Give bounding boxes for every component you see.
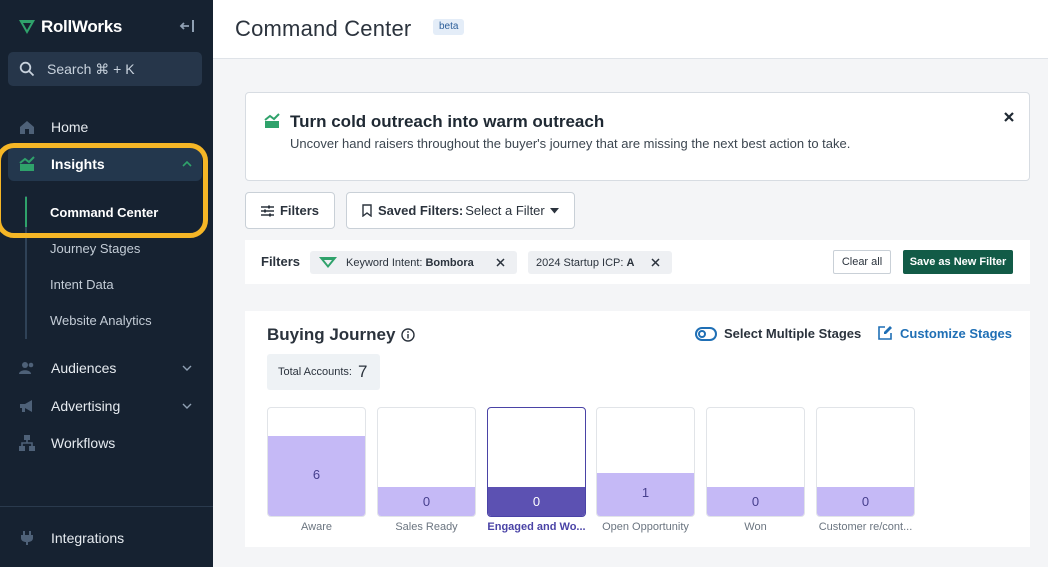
stage-label[interactable]: Sales Ready xyxy=(377,521,476,533)
collapse-sidebar-icon[interactable] xyxy=(178,18,196,34)
search-icon xyxy=(19,61,35,77)
stage-card[interactable]: 0 xyxy=(706,407,805,517)
select-multiple-stages-label: Select Multiple Stages xyxy=(724,326,862,341)
stage-card[interactable]: 0 xyxy=(377,407,476,517)
filters-label: Filters xyxy=(261,254,301,269)
plug-icon xyxy=(21,531,33,545)
page-title: Command Center xyxy=(235,16,412,41)
stage-count: 1 xyxy=(641,485,650,500)
stage-count: 0 xyxy=(532,494,541,509)
stage-count: 0 xyxy=(861,494,870,509)
close-icon[interactable] xyxy=(1003,111,1015,123)
edit-icon xyxy=(878,326,892,340)
total-accounts-value: 7 xyxy=(358,362,368,381)
saved-filters-value: Select a Filter xyxy=(465,203,545,218)
stage-count: 6 xyxy=(312,467,321,482)
promo-banner: Turn cold outreach into warm outreach Un… xyxy=(245,92,1030,181)
stage-card[interactable]: 0 xyxy=(487,407,586,517)
customize-stages-link[interactable]: Customize Stages xyxy=(877,325,1012,341)
total-accounts-label: Total Accounts: xyxy=(278,366,352,378)
stage-label[interactable]: Open Opportunity xyxy=(596,521,695,533)
caret-down-icon xyxy=(550,208,559,214)
buying-journey-title-text: Buying Journey xyxy=(267,325,396,344)
filter-chip-value: Bombora xyxy=(425,256,474,269)
total-accounts: Total Accounts: 7 xyxy=(267,354,380,390)
insights-chart-icon xyxy=(264,113,280,128)
nav-advertising-label: Advertising xyxy=(51,398,121,414)
nav-advertising[interactable]: Advertising xyxy=(8,389,202,423)
chevron-down-icon xyxy=(182,403,192,409)
nav-home-label: Home xyxy=(51,119,89,135)
filters-button-label: Filters xyxy=(279,203,319,218)
filter-chip-key: 2024 Startup ICP: xyxy=(536,256,624,269)
nav-home[interactable]: Home xyxy=(8,110,202,144)
workflows-icon xyxy=(19,435,35,451)
sidebar-divider xyxy=(0,506,213,507)
stage-card[interactable]: 6 xyxy=(267,407,366,517)
home-icon xyxy=(20,121,34,134)
nav-integrations[interactable]: Integrations xyxy=(8,521,202,555)
sub-item-website-analytics[interactable]: Website Analytics xyxy=(50,313,152,328)
nav-audiences[interactable]: Audiences xyxy=(8,351,202,385)
buying-journey-card: Buying Journey Select Multiple Stages Cu… xyxy=(245,311,1030,547)
saved-filters-dropdown[interactable]: Saved Filters: Select a Filter xyxy=(346,192,575,229)
search-input[interactable] xyxy=(47,61,187,77)
rollworks-logo-icon xyxy=(319,257,337,268)
customize-stages-label: Customize Stages xyxy=(900,325,1012,341)
chevron-down-icon xyxy=(182,365,192,371)
stage-count: 0 xyxy=(751,494,760,509)
filter-chip-key: Keyword Intent: xyxy=(346,256,423,269)
nav-audiences-label: Audiences xyxy=(51,360,117,376)
highlight-annotation xyxy=(0,143,208,238)
filter-chip: 2024 Startup ICP: A xyxy=(528,251,672,274)
saved-filters-label: Saved Filters: xyxy=(378,203,464,218)
stage-label[interactable]: Customer re/cont... xyxy=(816,521,915,533)
stage-label[interactable]: Aware xyxy=(267,521,366,533)
audiences-icon xyxy=(19,362,34,374)
select-multiple-stages-toggle[interactable]: Select Multiple Stages xyxy=(695,326,861,341)
page-header: Command Center beta xyxy=(213,0,1048,59)
stage-card[interactable]: 0 xyxy=(816,407,915,517)
filters-button[interactable]: Filters xyxy=(245,192,335,229)
stage-count: 0 xyxy=(422,494,431,509)
save-new-filter-button[interactable]: Save as New Filter xyxy=(903,250,1013,274)
nav-integrations-label: Integrations xyxy=(51,530,125,546)
bookmark-icon xyxy=(362,204,372,217)
megaphone-icon xyxy=(20,400,32,412)
stage-label[interactable]: Engaged and Wo... xyxy=(487,521,586,533)
active-filters-bar: Filters Keyword Intent: Bombora 2024 Sta… xyxy=(245,240,1030,284)
banner-title: Turn cold outreach into warm outreach xyxy=(290,112,605,131)
toggle-switch[interactable] xyxy=(695,326,717,341)
rollworks-logo[interactable]: RollWorks xyxy=(18,16,122,38)
beta-badge: beta xyxy=(433,19,465,35)
stage-label[interactable]: Won xyxy=(706,521,805,533)
filter-chip: Keyword Intent: Bombora xyxy=(310,251,517,274)
search-box[interactable] xyxy=(8,52,202,86)
remove-filter-icon[interactable] xyxy=(651,258,660,267)
nav-workflows-label: Workflows xyxy=(51,435,116,451)
filter-chip-value: A xyxy=(626,256,635,269)
sidebar: RollWorks Home Insights Command Center J… xyxy=(0,0,213,567)
banner-text: Uncover hand raisers throughout the buye… xyxy=(290,136,851,151)
stage-card[interactable]: 1 xyxy=(596,407,695,517)
sliders-icon xyxy=(260,205,274,216)
brand-name: RollWorks xyxy=(41,17,123,36)
nav-workflows[interactable]: Workflows xyxy=(8,426,202,460)
info-icon[interactable] xyxy=(401,328,416,342)
sub-item-intent-data[interactable]: Intent Data xyxy=(50,277,114,292)
remove-filter-icon[interactable] xyxy=(496,258,505,267)
clear-all-button[interactable]: Clear all xyxy=(833,250,891,274)
sub-item-journey-stages[interactable]: Journey Stages xyxy=(50,241,140,256)
buying-journey-title: Buying Journey xyxy=(267,325,416,345)
rollworks-logo-icon xyxy=(19,20,35,34)
